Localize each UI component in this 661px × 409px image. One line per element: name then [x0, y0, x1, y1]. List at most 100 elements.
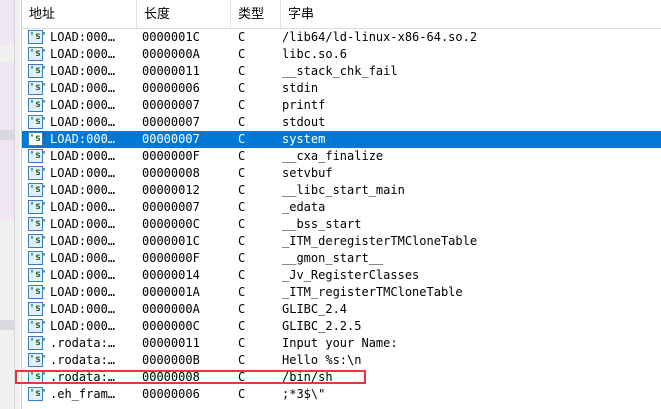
table-row[interactable]: 's' LOAD:000… 0000001C C _ITM_deregisterTMCl…: [22, 233, 661, 250]
cell-type: C: [238, 183, 246, 197]
cell-type: C: [238, 98, 246, 112]
table-row[interactable]: 's' LOAD:000… 00000007 Cprintf: [22, 97, 661, 114]
cell-length: 00000006: [142, 387, 200, 401]
strings-table-body: 's' LOAD:000… 0000001C C/lib64/ld-linux-x86…: [22, 29, 661, 403]
string-type-icon: 's': [28, 200, 48, 214]
cell-length: 00000011: [142, 336, 200, 350]
cell-length: 0000000F: [142, 251, 200, 265]
cell-address: LOAD:000…: [50, 285, 116, 299]
cell-address: LOAD:000…: [50, 30, 116, 44]
side-band: [0, 62, 14, 220]
cell-length: 00000007: [142, 115, 200, 129]
string-type-icon: 's': [28, 217, 48, 231]
table-row[interactable]: 's' LOAD:000… 00000011 C __stack_chk_fail: [22, 63, 661, 80]
cell-address: LOAD:000…: [50, 98, 116, 112]
table-row[interactable]: 's' LOAD:000… 0000000A Clibc.so.6: [22, 46, 661, 63]
strings-window: 地址 长度 类型 字串 's' LOAD:000… 0000001C C/lib64/…: [21, 0, 661, 409]
cell-address: .rodata:…: [50, 336, 116, 350]
cell-length: 00000007: [142, 200, 200, 214]
cell-length: 00000012: [142, 183, 200, 197]
string-type-icon: 's': [28, 81, 48, 95]
cell-string: Hello %s:\n: [282, 353, 362, 367]
cell-type: C: [238, 81, 246, 95]
string-type-icon: 's': [28, 234, 48, 248]
table-row[interactable]: 's' LOAD:000… 00000007 C _edata: [22, 199, 661, 216]
table-row[interactable]: 's' LOAD:000… 00000007 Csystem: [22, 131, 661, 148]
cell-string: /bin/sh: [282, 370, 333, 384]
column-header-length[interactable]: 长度: [137, 0, 231, 28]
cell-length: 0000001C: [142, 30, 200, 44]
cell-length: 00000014: [142, 268, 200, 282]
cell-address: LOAD:000…: [50, 200, 116, 214]
string-type-icon: 's': [28, 353, 48, 367]
cell-string: _ITM_deregisterTMCloneTable: [282, 234, 478, 248]
cell-string: _edata: [282, 200, 326, 214]
cell-address: LOAD:000…: [50, 268, 116, 282]
cell-type: C: [238, 200, 246, 214]
cell-type: C: [238, 115, 246, 129]
table-row[interactable]: 's' LOAD:000… 00000008 Csetvbuf: [22, 165, 661, 182]
string-type-icon: 's': [28, 183, 48, 197]
cell-address: LOAD:000…: [50, 302, 116, 316]
table-header: 地址 长度 类型 字串: [22, 0, 661, 29]
string-type-icon: 's': [28, 47, 48, 61]
cell-string: printf: [282, 98, 326, 112]
cell-string: setvbuf: [282, 166, 333, 180]
cell-type: C: [238, 268, 246, 282]
cell-type: C: [238, 251, 246, 265]
column-header-address[interactable]: 地址: [22, 0, 137, 28]
table-row[interactable]: 's' LOAD:000… 0000000F C __cxa_finalize: [22, 148, 661, 165]
side-band: [0, 0, 14, 46]
string-type-icon: 's': [28, 319, 48, 333]
table-row[interactable]: 's' .rodata:… 00000011 C Input your Name:: [22, 335, 661, 352]
table-row[interactable]: 's' LOAD:000… 00000014 C _Jv_RegisterClasses: [22, 267, 661, 284]
column-header-string[interactable]: 字串: [281, 0, 661, 28]
side-marker: [0, 320, 14, 330]
cell-type: C: [238, 319, 246, 333]
table-row[interactable]: 's' LOAD:000… 0000000C C __bss_start: [22, 216, 661, 233]
table-row[interactable]: 's' LOAD:000… 00000006 Cstdin: [22, 80, 661, 97]
table-row[interactable]: 's' LOAD:000… 0000000C C GLIBC_2.2.5: [22, 318, 661, 335]
cell-string: __cxa_finalize: [282, 149, 384, 163]
cell-length: 0000000A: [142, 302, 200, 316]
table-row[interactable]: 's' LOAD:000… 00000012 C __libc_start_main: [22, 182, 661, 199]
cell-length: 0000001A: [142, 285, 200, 299]
cell-type: C: [238, 30, 246, 44]
cell-type: C: [238, 132, 246, 146]
string-type-icon: 's': [28, 166, 48, 180]
table-row[interactable]: 's' LOAD:000… 0000001C C/lib64/ld-linux-x86…: [22, 29, 661, 46]
table-row[interactable]: 's' LOAD:000… 0000000A C GLIBC_2.4: [22, 301, 661, 318]
cell-type: C: [238, 149, 246, 163]
cell-string: __bss_start: [282, 217, 362, 231]
table-row[interactable]: 's' .rodata:… 00000008 C/bin/sh: [22, 369, 661, 386]
table-row[interactable]: 's' .eh_fram… 00000006 C ;*3$\": [22, 386, 661, 403]
table-row[interactable]: 's' LOAD:000… 0000001A C _ITM_registerTMClon…: [22, 284, 661, 301]
column-header-type[interactable]: 类型: [231, 0, 281, 28]
cell-type: C: [238, 47, 246, 61]
cell-address: LOAD:000…: [50, 81, 116, 95]
cell-string: GLIBC_2.2.5: [282, 319, 362, 333]
string-type-icon: 's': [28, 336, 48, 350]
cell-address: LOAD:000…: [50, 64, 116, 78]
cell-type: C: [238, 336, 246, 350]
cell-address: LOAD:000…: [50, 217, 116, 231]
cell-string: system: [282, 132, 326, 146]
table-row[interactable]: 's' LOAD:000… 0000000F C __gmon_start__: [22, 250, 661, 267]
cell-address: LOAD:000…: [50, 251, 116, 265]
cell-type: C: [238, 387, 246, 401]
cell-string: _Jv_RegisterClasses: [282, 268, 420, 282]
cell-string: __stack_chk_fail: [282, 64, 398, 78]
string-type-icon: 's': [28, 64, 48, 78]
table-row[interactable]: 's' .rodata:… 0000000B C Hello %s:\n: [22, 352, 661, 369]
left-side-panel: [0, 0, 20, 409]
cell-length: 00000011: [142, 64, 200, 78]
string-type-icon: 's': [28, 251, 48, 265]
cell-string: libc.so.6: [282, 47, 348, 61]
cell-length: 0000000C: [142, 319, 200, 333]
string-type-icon: 's': [28, 30, 48, 44]
table-row[interactable]: 's' LOAD:000… 00000007 Cstdout: [22, 114, 661, 131]
cell-address: LOAD:000…: [50, 319, 116, 333]
cell-length: 0000001C: [142, 234, 200, 248]
cell-type: C: [238, 64, 246, 78]
cell-string: stdin: [282, 81, 319, 95]
